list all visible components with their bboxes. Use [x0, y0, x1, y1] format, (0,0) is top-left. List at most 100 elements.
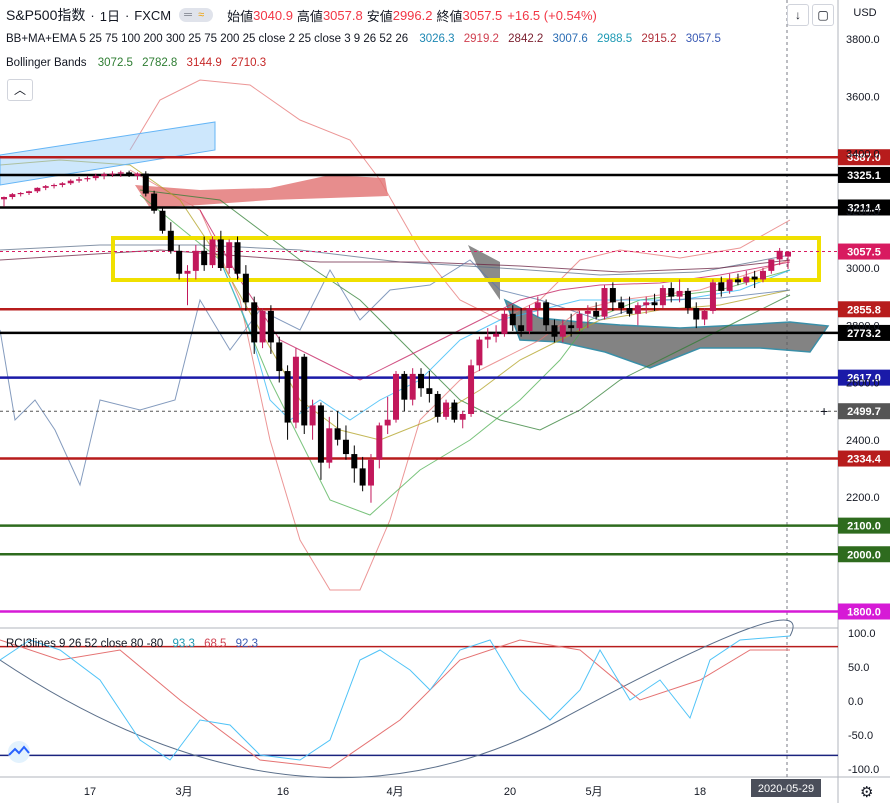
candle[interactable]	[351, 445, 358, 483]
candle[interactable]	[726, 273, 733, 294]
candle[interactable]	[359, 456, 366, 492]
candle[interactable]	[709, 279, 716, 314]
price-label-text: 3057.5	[847, 247, 881, 259]
candle[interactable]	[409, 368, 416, 406]
open-value: 3040.9	[253, 7, 293, 23]
candle-body	[326, 428, 333, 463]
bb-indicator-legend[interactable]: Bollinger Bands 3072.5 2782.8 3144.9 271…	[6, 57, 266, 69]
candle[interactable]	[367, 454, 374, 503]
price-label-text: 2499.7	[847, 406, 881, 418]
current-date-text: 2020-05-29	[758, 783, 814, 795]
candle[interactable]	[426, 371, 433, 403]
candle[interactable]	[701, 308, 708, 326]
download-icon[interactable]: ↓	[787, 4, 809, 26]
candle-body	[509, 313, 516, 326]
candle[interactable]	[17, 192, 24, 197]
candle[interactable]	[251, 296, 258, 354]
candle[interactable]	[284, 365, 291, 440]
candle[interactable]	[484, 328, 491, 349]
candle[interactable]	[659, 285, 666, 309]
candle[interactable]	[167, 222, 174, 254]
candle[interactable]	[309, 399, 316, 440]
price-label-text: 2334.4	[847, 454, 882, 466]
candle[interactable]	[1, 196, 7, 207]
candle-body	[76, 179, 83, 181]
candle-body	[701, 310, 708, 320]
candle[interactable]	[434, 391, 441, 423]
candle[interactable]	[209, 236, 216, 268]
market-status-pill: ═ ≈	[179, 8, 214, 22]
candle[interactable]	[376, 422, 383, 469]
candle-body	[776, 250, 783, 260]
candle[interactable]	[693, 302, 700, 329]
add-alert-icon[interactable]: +	[820, 403, 828, 419]
candle-body	[301, 356, 308, 426]
candle-body	[518, 325, 525, 331]
candle[interactable]	[526, 305, 533, 334]
candle[interactable]	[267, 305, 274, 354]
candle[interactable]	[76, 176, 83, 183]
candle[interactable]	[142, 171, 149, 197]
interval-label[interactable]: 1日	[100, 6, 120, 25]
candle[interactable]	[59, 182, 66, 188]
ma-indicator-legend[interactable]: BB+MA+EMA 5 25 75 100 200 300 25 75 200 …	[6, 33, 721, 45]
candle[interactable]	[601, 285, 608, 320]
candle[interactable]	[242, 265, 249, 311]
candle[interactable]	[468, 359, 475, 417]
candle[interactable]	[184, 265, 191, 306]
fullscreen-icon[interactable]: ▢	[812, 4, 834, 26]
rci-tick: 100.0	[848, 628, 876, 640]
candle-body	[359, 468, 366, 486]
candle[interactable]	[84, 175, 91, 182]
candle[interactable]	[259, 308, 266, 349]
candle[interactable]	[176, 245, 183, 280]
rci-indicator-legend[interactable]: RCI3lines 9 26 52 close 80 -80 93.3 68.5…	[6, 638, 258, 650]
candle[interactable]	[34, 187, 41, 194]
candle[interactable]	[159, 207, 166, 234]
candle[interactable]	[226, 239, 233, 274]
candle-body	[751, 276, 758, 280]
candle[interactable]	[734, 273, 741, 286]
candle[interactable]	[401, 371, 408, 412]
candle[interactable]	[234, 236, 241, 280]
tradingview-logo-icon[interactable]	[4, 741, 34, 763]
candle[interactable]	[326, 416, 333, 469]
candle[interactable]	[384, 396, 391, 435]
candle-body	[17, 193, 24, 195]
candle[interactable]	[201, 236, 208, 271]
candle[interactable]	[51, 183, 58, 189]
candle-body	[409, 373, 416, 400]
ma-value: 2915.2	[641, 33, 677, 45]
candle[interactable]	[26, 190, 33, 196]
candle[interactable]	[443, 399, 450, 420]
candle[interactable]	[292, 348, 299, 429]
candle[interactable]	[459, 411, 466, 429]
candle[interactable]	[393, 371, 399, 423]
candle-body	[334, 428, 341, 440]
candle[interactable]	[334, 411, 341, 446]
candle[interactable]	[101, 172, 108, 180]
candle[interactable]	[317, 402, 324, 480]
candle[interactable]	[768, 259, 775, 274]
candle[interactable]	[451, 399, 458, 423]
candle[interactable]	[42, 184, 49, 191]
settings-gear-icon[interactable]: ⚙	[860, 783, 873, 801]
candle[interactable]	[151, 190, 158, 214]
candle[interactable]	[634, 302, 641, 326]
candle[interactable]	[301, 353, 308, 435]
candle[interactable]	[501, 308, 508, 337]
candle[interactable]	[276, 336, 283, 383]
candle[interactable]	[493, 325, 500, 343]
candle[interactable]	[576, 310, 583, 331]
collapse-legend-button[interactable]: ︿	[7, 79, 33, 101]
chart-grid	[0, 0, 890, 803]
currency-label[interactable]: USD	[846, 4, 884, 22]
candle[interactable]	[67, 179, 74, 185]
symbol-name[interactable]: S&P500指数	[6, 5, 85, 25]
candle[interactable]	[9, 193, 16, 200]
candle[interactable]	[609, 282, 616, 311]
candle[interactable]	[476, 336, 483, 372]
candle[interactable]	[192, 245, 199, 280]
trading-chart[interactable]: 100.050.00.0-50.0-100.0 3387.03325.13211…	[0, 0, 890, 803]
candle[interactable]	[418, 368, 425, 397]
